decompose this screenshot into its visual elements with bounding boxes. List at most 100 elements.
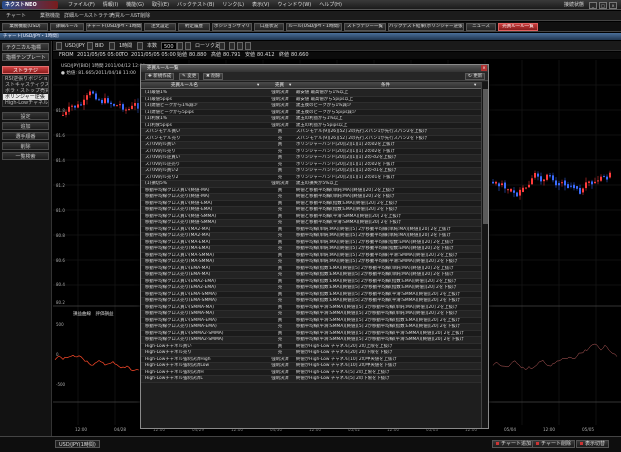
delete-button[interactable]: 削除 bbox=[2, 142, 49, 150]
y-axis-label: 80.6 bbox=[56, 258, 65, 263]
candle-body bbox=[558, 183, 560, 186]
rule-condition-cell: ボリンジャーバンド[20][2][1][1] 2のσ2を上抜け bbox=[296, 142, 395, 147]
rule-condition-cell: 建玉の損失が5%以上 bbox=[296, 181, 339, 186]
vertical-scrollbar[interactable] bbox=[481, 82, 488, 428]
side-select[interactable]: BID bbox=[95, 42, 104, 50]
refresh-button[interactable]: ↻ 更新 bbox=[465, 73, 486, 80]
tab-news[interactable]: ニュース bbox=[466, 23, 496, 31]
rule-type-cell: 売 bbox=[277, 135, 283, 141]
close-icon[interactable]: × bbox=[481, 65, 487, 71]
column-header-type[interactable]: 売買 bbox=[275, 82, 284, 89]
toolbar-business[interactable]: 業務機能 bbox=[38, 12, 62, 20]
chart-style-select[interactable]: ローソク足 bbox=[195, 42, 220, 50]
close-icon[interactable]: × bbox=[609, 1, 617, 9]
minimize-icon[interactable]: _ bbox=[589, 1, 597, 9]
candle-body bbox=[567, 184, 569, 189]
indicator-template-button[interactable]: 指標テンプレート bbox=[2, 53, 49, 61]
delete-chart-button[interactable]: チャート削除 bbox=[532, 440, 575, 448]
chevron-down-icon[interactable] bbox=[109, 42, 115, 50]
rule-condition-cell: 最安値 最高値から1%以上 bbox=[296, 90, 349, 95]
order-button[interactable]: 選手順番 bbox=[2, 132, 49, 140]
toolbar-chart[interactable]: チャート bbox=[4, 12, 28, 20]
rule-type-cell: 買 bbox=[277, 200, 283, 206]
strategy-tab[interactable]: ストラテジ bbox=[2, 66, 49, 74]
candle-body bbox=[134, 103, 136, 106]
tab-trade-rule-list[interactable]: 売買ルール一覧 bbox=[498, 23, 538, 31]
list-item[interactable]: High-Lowチャネル bbox=[3, 100, 48, 106]
rule-name-cell: 移動平均線クロス買い(SMMA2-SMMA) bbox=[145, 330, 224, 336]
tab-position[interactable]: ポジションサマリ bbox=[212, 23, 252, 31]
rule-condition-cell: ボリンジャーバンド[20][2][1][1] 2の-σ2を上抜け bbox=[296, 155, 397, 160]
menu-info[interactable]: 情報(I) bbox=[99, 0, 122, 10]
candle-body bbox=[579, 187, 581, 194]
rule-type-cell: 買 bbox=[277, 343, 283, 349]
sort-icon[interactable]: ▾ bbox=[289, 82, 291, 89]
menu-file[interactable]: ファイル(F) bbox=[64, 0, 99, 10]
y-axis-label: 81.2 bbox=[56, 183, 65, 188]
to-label: TO bbox=[121, 52, 128, 58]
period-select[interactable]: 1時間 bbox=[119, 42, 132, 50]
rule-type-cell: 買 bbox=[277, 168, 283, 173]
tab-chart[interactable]: チャート(USD/JPY・1時間) bbox=[86, 23, 142, 31]
menu-function[interactable]: 機能(G) bbox=[122, 0, 148, 10]
zoom-out-icon[interactable] bbox=[237, 42, 243, 50]
tab-backtest-result[interactable]: バックテスト結果(ボリンジャー逆張) bbox=[388, 23, 464, 31]
app-logo: ネクストNEO bbox=[2, 1, 58, 9]
menu-window[interactable]: ウィンドウ(W) bbox=[273, 0, 315, 10]
rule-type-cell: 売 bbox=[277, 161, 283, 167]
add-button[interactable]: 追加 bbox=[2, 122, 49, 130]
column-header-condition[interactable]: 条件 bbox=[381, 82, 390, 89]
tab-history[interactable]: 約定履歴 bbox=[178, 23, 210, 31]
scrollbar-thumb[interactable] bbox=[483, 89, 488, 224]
tab-order[interactable]: 注文設定 bbox=[144, 23, 176, 31]
zoom-in-icon[interactable] bbox=[229, 42, 235, 50]
tab-account[interactable]: 口座状況 bbox=[254, 23, 284, 31]
list-search-button[interactable]: 一覧検索 bbox=[2, 152, 49, 160]
chevron-down-icon[interactable] bbox=[219, 42, 225, 50]
candle-body bbox=[137, 103, 139, 109]
column-header-name[interactable]: 売買ルール名 bbox=[171, 82, 198, 89]
tab-business[interactable]: 業務機能(USD) bbox=[2, 23, 48, 31]
chevron-down-icon[interactable] bbox=[137, 42, 143, 50]
chevron-down-icon[interactable] bbox=[87, 42, 93, 50]
maximize-icon[interactable]: □ bbox=[599, 1, 607, 9]
settings-button[interactable]: 設定 bbox=[2, 112, 49, 120]
menu-help[interactable]: ヘルプ(H) bbox=[315, 0, 346, 10]
tab-strategy-list[interactable]: ストラテジー一覧 bbox=[344, 23, 386, 31]
rule-name-cell: High-Lowチャネル強制決済High bbox=[145, 356, 211, 362]
pin-icon[interactable] bbox=[177, 42, 183, 50]
add-chart-button[interactable]: チャート追加 bbox=[492, 440, 535, 448]
sort-icon[interactable]: ▾ bbox=[474, 82, 476, 89]
chart-tab-usdjpy[interactable]: USD/JPY(1時間) bbox=[55, 440, 100, 448]
toolbar-st-delete[interactable]: ST削除 bbox=[132, 12, 152, 20]
sort-icon[interactable]: ▾ bbox=[257, 82, 259, 89]
menu-view[interactable]: 表示(V) bbox=[248, 0, 273, 10]
delete-rule-button[interactable]: ✖ 削除 bbox=[203, 73, 224, 80]
tab-detail-rule[interactable]: 詳細ルール bbox=[50, 23, 84, 31]
menu-backtest[interactable]: バックテスト(B) bbox=[173, 0, 218, 10]
rule-type-cell: 売 bbox=[277, 246, 283, 251]
rule-type-cell: 売 bbox=[277, 350, 283, 355]
menu-trade[interactable]: 取引(E) bbox=[148, 0, 173, 10]
crosshair-icon[interactable] bbox=[245, 42, 251, 50]
edit-rule-button[interactable]: ✎ 変更 bbox=[179, 73, 200, 80]
menu-link[interactable]: リンク(L) bbox=[218, 0, 248, 10]
table-row[interactable]: High-Lowチャネル強制決済L 強制決済 終値がHigh-Low チャネル[5]… bbox=[141, 376, 482, 383]
y-axis-label: 81.6 bbox=[56, 133, 65, 138]
technical-indicator-button[interactable]: テクニカル指標 bbox=[2, 43, 49, 51]
pair-select[interactable]: USD/JPY bbox=[65, 42, 85, 50]
rule-name-cell: 移動平均線クロス売り(終値-EMA) bbox=[145, 207, 213, 212]
tab-rule[interactable]: ルール(USD/JPY・1時間) bbox=[286, 23, 342, 31]
candle-body bbox=[80, 104, 82, 106]
rule-name-cell: スパIV的ル逆買い bbox=[145, 155, 181, 160]
rule-condition-cell: 最安値 最高値から5pips以上 bbox=[296, 96, 354, 102]
chevron-down-icon[interactable] bbox=[185, 42, 191, 50]
dialog-title-bar[interactable]: 売買ルール一覧 × bbox=[141, 65, 488, 72]
candle-body bbox=[597, 180, 599, 182]
new-rule-button[interactable]: ✚ 新規作成 bbox=[145, 73, 175, 80]
rule-type-cell: 買 bbox=[277, 291, 283, 297]
display-switch-button[interactable]: 表示切替 bbox=[576, 440, 610, 448]
count-input[interactable]: 500 bbox=[161, 42, 177, 50]
rule-type-cell: 売 bbox=[277, 207, 283, 212]
candle-body bbox=[113, 103, 115, 106]
